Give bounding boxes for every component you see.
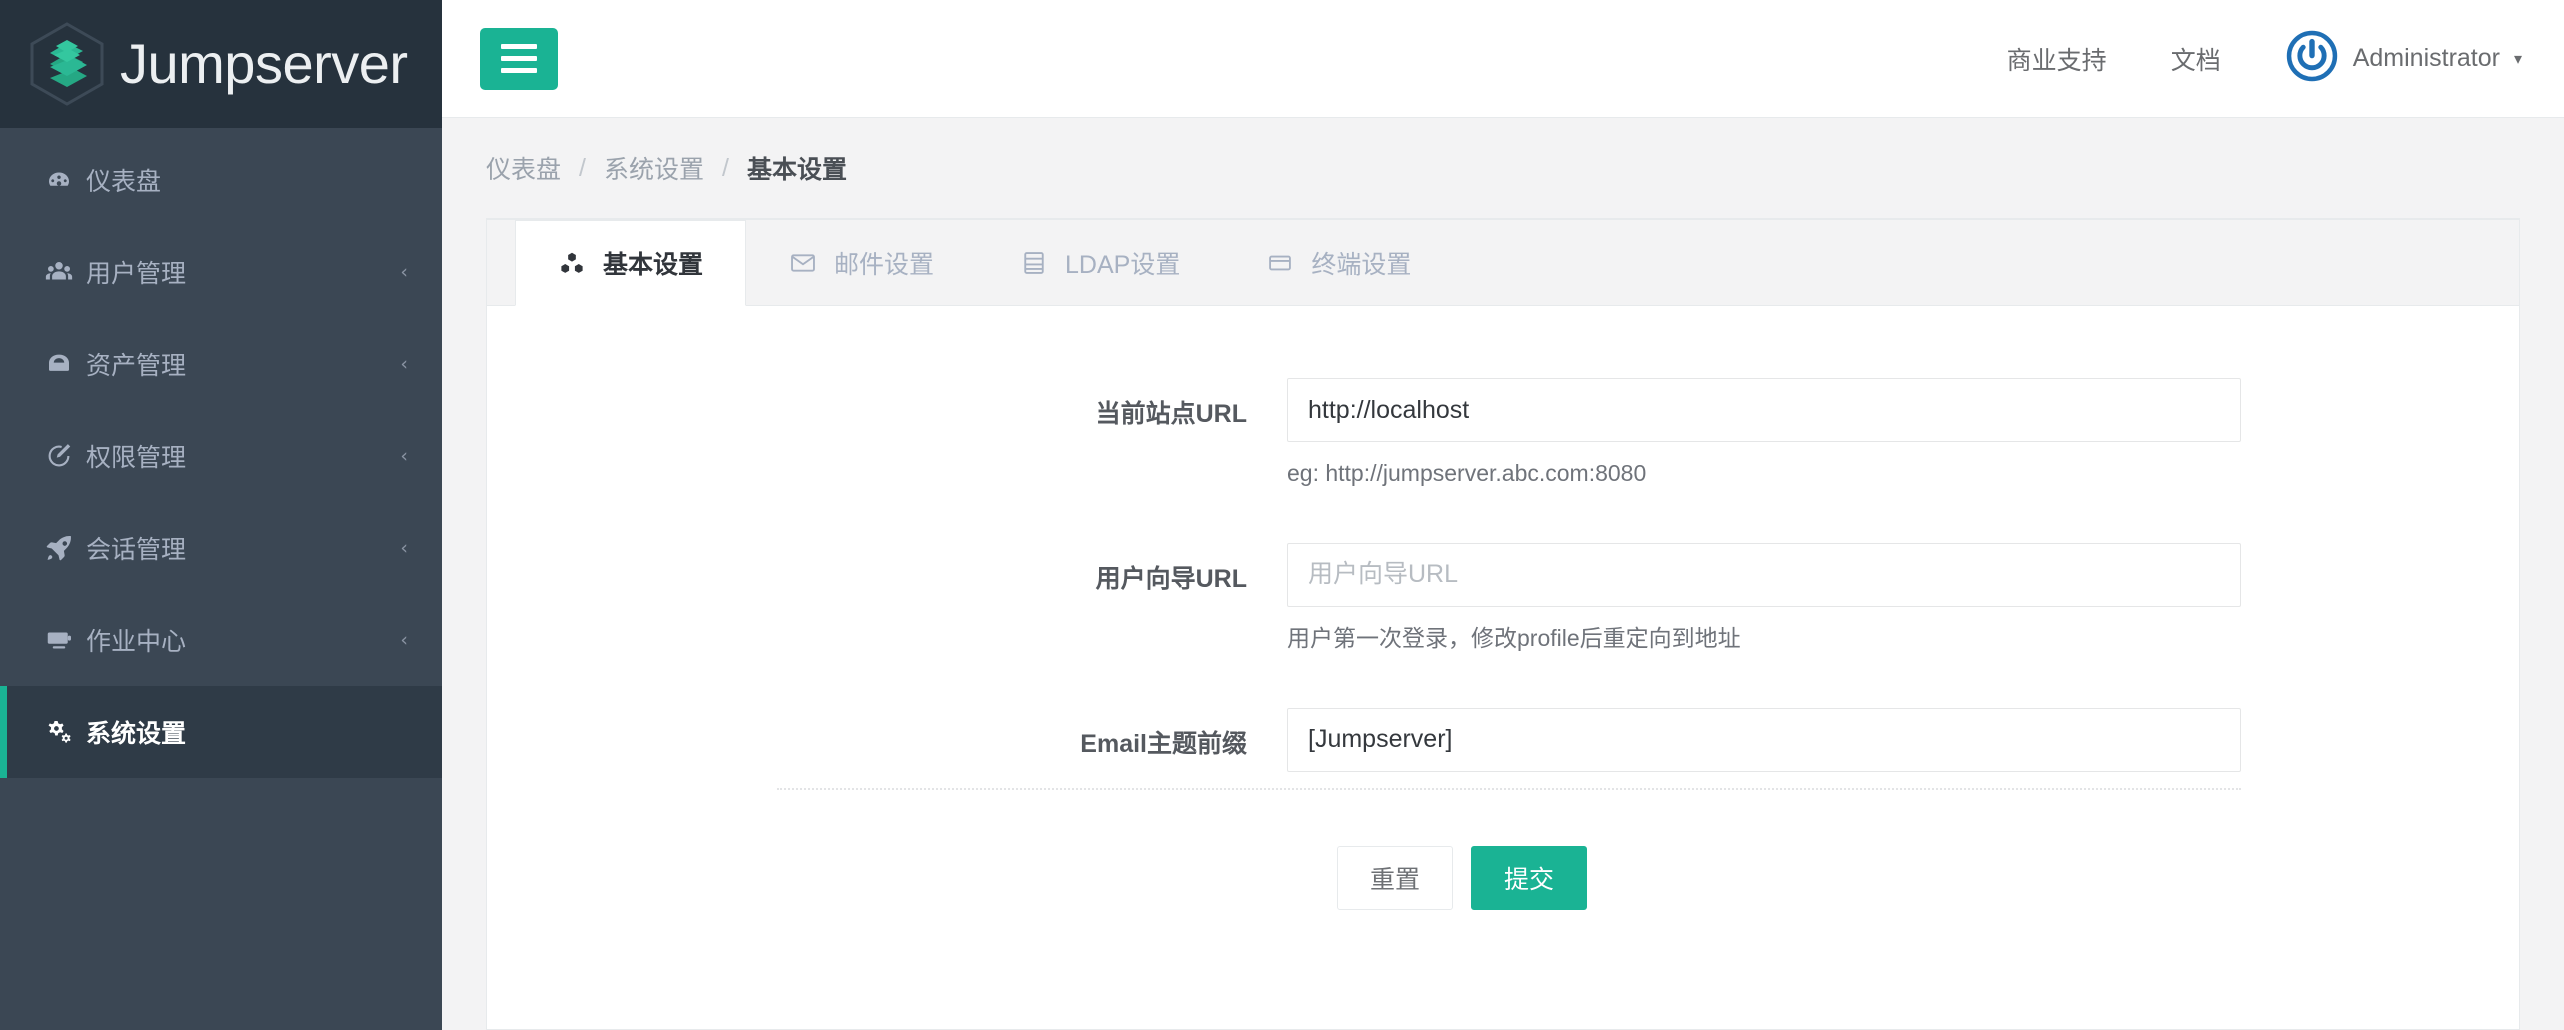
breadcrumb-separator: /: [579, 153, 586, 182]
tab-ldap-settings[interactable]: LDAP设置: [977, 219, 1223, 305]
breadcrumb-item-system-settings[interactable]: 系统设置: [604, 150, 704, 186]
sidebar-item-jobs[interactable]: 作业中心 ‹: [0, 594, 442, 686]
sidebar-item-users[interactable]: 用户管理 ‹: [0, 226, 442, 318]
form-actions: 重置 提交: [487, 790, 2519, 910]
settings-panel: 基本设置 邮件设置 LDAP设置 终端设置 当前站点URL http://loc…: [486, 218, 2520, 1030]
sidebar-item-label: 会话管理: [86, 536, 187, 564]
assets-cloud-icon: [44, 349, 86, 379]
tab-terminal-settings[interactable]: 终端设置: [1223, 219, 1454, 305]
user-menu[interactable]: Administrator ▾: [2285, 29, 2522, 88]
form-row-site-url: 当前站点URL eg: http://jumpserver.abc.com:80…: [487, 378, 2519, 489]
app-root: Jumpserver 仪表盘 用户管理 ‹ 资产管理 ‹ 权限管理 ‹ 会话管理…: [0, 0, 2564, 1030]
dashboard-icon: [44, 165, 86, 195]
database-icon: [1020, 249, 1048, 277]
sidebar-item-label: 作业中心: [86, 628, 187, 656]
gears-icon: [44, 717, 86, 747]
brand-header[interactable]: Jumpserver: [0, 0, 442, 128]
site-url-control: eg: http://jumpserver.abc.com:8080: [1287, 378, 2519, 489]
user-name: Administrator: [2352, 44, 2500, 72]
main-area: 商业支持 文档 Administrator ▾ 仪表盘 / 系统设置 / 基本设…: [442, 0, 2564, 1030]
sidebar-item-label: 用户管理: [86, 260, 187, 288]
jumpserver-hexagon-logo-icon: [28, 21, 106, 107]
guide-url-control: 用户第一次登录，修改profile后重定向到地址: [1287, 542, 2519, 654]
sidebar-nav: 仪表盘 用户管理 ‹ 资产管理 ‹ 权限管理 ‹ 会话管理 ‹ 作业中心 ‹ 系…: [0, 128, 442, 778]
documentation-link[interactable]: 文档: [2171, 41, 2221, 77]
form-row-guide-url: 用户向导URL 用户第一次登录，修改profile后重定向到地址: [487, 542, 2519, 654]
submit-button[interactable]: 提交: [1471, 845, 1588, 910]
topbar-right: 商业支持 文档 Administrator ▾: [2007, 29, 2522, 88]
sidebar-item-assets[interactable]: 资产管理 ‹: [0, 318, 442, 410]
form-spacer: [487, 505, 2519, 543]
tab-label: 基本设置: [603, 251, 704, 279]
hamburger-bar: [501, 56, 537, 61]
cubes-icon: [558, 249, 586, 277]
topbar: 商业支持 文档 Administrator ▾: [442, 0, 2564, 118]
sidebar-item-label: 仪表盘: [86, 168, 162, 196]
sidebar: Jumpserver 仪表盘 用户管理 ‹ 资产管理 ‹ 权限管理 ‹ 会话管理…: [0, 0, 442, 1030]
hamburger-bar: [501, 68, 537, 73]
tab-bar: 基本设置 邮件设置 LDAP设置 终端设置: [487, 220, 2519, 306]
chevron-left-icon: ‹: [400, 261, 408, 283]
tab-label: 邮件设置: [834, 250, 935, 279]
tab-email-settings[interactable]: 邮件设置: [746, 219, 977, 305]
sidebar-item-label: 资产管理: [86, 352, 187, 380]
email-prefix-label: Email主题前缀: [1080, 729, 1247, 758]
chevron-left-icon: ‹: [400, 537, 408, 559]
reset-button[interactable]: 重置: [1337, 845, 1454, 910]
sidebar-item-permissions[interactable]: 权限管理 ‹: [0, 410, 442, 502]
sidebar-item-dashboard[interactable]: 仪表盘: [0, 134, 442, 226]
email-prefix-control: [1287, 707, 2519, 772]
breadcrumb: 仪表盘 / 系统设置 / 基本设置: [442, 118, 2564, 218]
terminal-icon: [1266, 249, 1294, 277]
sidebar-item-label: 权限管理: [86, 444, 187, 472]
basic-settings-form: 当前站点URL eg: http://jumpserver.abc.com:80…: [487, 306, 2519, 1029]
guide-url-input[interactable]: [1287, 542, 2241, 607]
tab-label: LDAP设置: [1065, 250, 1181, 279]
breadcrumb-item-dashboard[interactable]: 仪表盘: [486, 150, 561, 186]
site-url-label: 当前站点URL: [1095, 400, 1247, 428]
form-spacer: [487, 670, 2519, 708]
chevron-left-icon: ‹: [400, 629, 408, 651]
guide-url-help: 用户第一次登录，修改profile后重定向到地址: [1287, 624, 1741, 651]
form-row-email-prefix: Email主题前缀: [487, 707, 2519, 772]
sidebar-item-system-settings[interactable]: 系统设置: [0, 686, 442, 778]
sidebar-item-sessions[interactable]: 会话管理 ‹: [0, 502, 442, 594]
tab-basic-settings[interactable]: 基本设置: [515, 220, 747, 306]
chevron-left-icon: ‹: [400, 353, 408, 375]
chevron-left-icon: ‹: [400, 445, 408, 467]
tab-label: 终端设置: [1311, 250, 1412, 279]
breadcrumb-separator: /: [721, 153, 729, 182]
users-icon: [44, 257, 86, 287]
brand-name: Jumpserver: [120, 32, 408, 95]
envelope-icon: [789, 249, 817, 277]
chevron-down-icon: ▾: [2513, 50, 2522, 68]
email-prefix-input[interactable]: [1287, 707, 2241, 772]
sidebar-item-label: 系统设置: [86, 720, 187, 748]
site-url-input[interactable]: [1287, 378, 2241, 442]
breadcrumb-item-basic-settings: 基本设置: [746, 156, 847, 184]
permission-edit-icon: [44, 441, 86, 471]
terminal-screen-icon: [44, 625, 86, 655]
guide-url-label: 用户向导URL: [1095, 564, 1247, 593]
content-wrapper: 基本设置 邮件设置 LDAP设置 终端设置 当前站点URL http://loc…: [442, 218, 2564, 1030]
hamburger-icon[interactable]: [480, 27, 558, 90]
site-url-help: eg: http://jumpserver.abc.com:8080: [1287, 460, 1647, 486]
hamburger-bar: [501, 44, 537, 49]
commercial-support-link[interactable]: 商业支持: [2007, 41, 2107, 77]
power-button-avatar-icon: [2285, 29, 2339, 88]
rocket-icon: [44, 533, 86, 563]
